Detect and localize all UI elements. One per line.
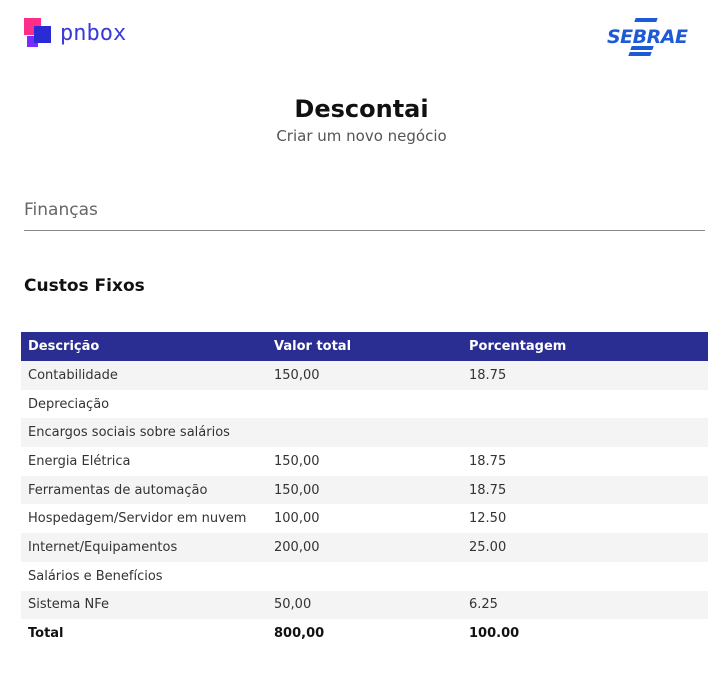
pnbox-logo[interactable]: pnbox	[24, 18, 126, 48]
total-value-cell: 800,00	[267, 619, 462, 648]
percentage-cell: 18.75	[462, 475, 708, 505]
description-cell: Internet/Equipamentos	[21, 533, 267, 562]
pnbox-logo-icon	[24, 18, 54, 48]
total-value-cell: 50,00	[267, 590, 462, 620]
percentage-cell: 18.75	[462, 447, 708, 476]
sebrae-logo-text: SEBRAE	[607, 26, 688, 48]
total-value-cell	[267, 389, 462, 419]
page-subtitle: Criar um novo negócio	[276, 127, 447, 145]
table-total-row: Total 800,00 100.00	[21, 619, 708, 648]
total-value-cell: 150,00	[267, 447, 462, 476]
description-cell: Encargos sociais sobre salários	[21, 418, 267, 448]
description-cell: Sistema NFe	[21, 590, 267, 620]
fixed-costs-table: Descrição Valor total Porcentagem Contab…	[21, 332, 708, 648]
description-cell: Energia Elétrica	[21, 447, 267, 476]
total-value-cell	[267, 418, 462, 448]
description-cell: Depreciação	[21, 389, 267, 419]
table-row: Internet/Equipamentos 200,00 25.00	[21, 533, 708, 562]
percentage-cell: 25.00	[462, 533, 708, 562]
total-value-cell: 100,00	[267, 504, 462, 534]
description-cell: Salários e Benefícios	[21, 561, 267, 591]
description-cell: Contabilidade	[21, 361, 267, 390]
total-value-cell: 150,00	[267, 361, 462, 390]
column-header-total-value: Valor total	[274, 339, 352, 354]
column-header-percentage: Porcentagem	[469, 339, 567, 354]
table-row: Salários e Benefícios	[21, 561, 708, 591]
table-row: Energia Elétrica 150,00 18.75	[21, 447, 708, 476]
description-cell: Hospedagem/Servidor em nuvem	[21, 504, 267, 534]
title-block: Descontai Criar um novo negócio	[0, 95, 723, 145]
table-row: Depreciação	[21, 389, 708, 419]
percentage-cell: 18.75	[462, 361, 708, 390]
percentage-cell	[462, 561, 708, 591]
description-cell: Ferramentas de automação	[21, 475, 267, 505]
section-label: Finanças	[24, 200, 98, 220]
table-row: Sistema NFe 50,00 6.25	[21, 590, 708, 620]
pnbox-logo-text: pnbox	[60, 20, 127, 46]
column-header-description: Descrição	[28, 339, 100, 354]
page-title: Descontai	[294, 95, 429, 123]
percentage-cell: 6.25	[462, 590, 708, 620]
total-value-cell: 150,00	[267, 475, 462, 505]
percentage-cell	[462, 418, 708, 448]
table-row: Hospedagem/Servidor em nuvem 100,00 12.50	[21, 504, 708, 534]
sebrae-logo[interactable]: SEBRAE	[607, 16, 688, 56]
total-value-cell: 200,00	[267, 533, 462, 562]
percentage-cell	[462, 389, 708, 419]
page-header: pnbox SEBRAE	[0, 0, 723, 70]
table-row: Ferramentas de automação 150,00 18.75	[21, 475, 708, 505]
table-row: Encargos sociais sobre salários	[21, 418, 708, 448]
table-header-row: Descrição Valor total Porcentagem	[21, 332, 708, 361]
section-header-financas: Finanças	[24, 200, 705, 231]
total-percentage-cell: 100.00	[462, 619, 708, 648]
total-label-cell: Total	[21, 619, 267, 648]
table-row: Contabilidade 150,00 18.75	[21, 361, 708, 390]
percentage-cell: 12.50	[462, 504, 708, 534]
total-value-cell	[267, 561, 462, 591]
table-title: Custos Fixos	[24, 276, 145, 296]
